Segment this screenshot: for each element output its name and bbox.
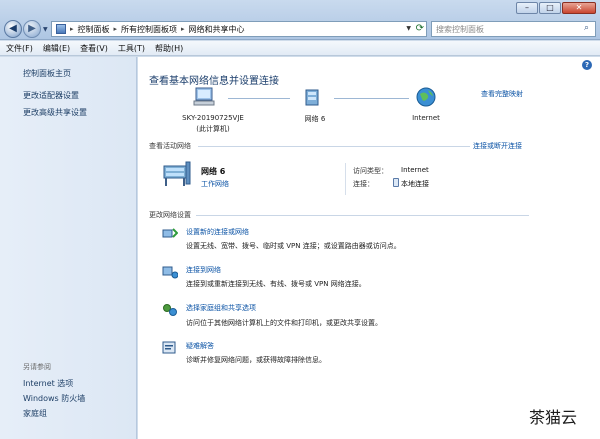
- breadcrumb-network-center[interactable]: 网络和共享中心: [189, 24, 245, 35]
- active-networks-rule: [198, 146, 470, 147]
- see-also-heading: 另请参阅: [23, 363, 51, 371]
- active-network-divider: [345, 163, 346, 195]
- search-icon[interactable]: ⌕: [584, 23, 597, 33]
- forward-arrow-icon[interactable]: ▶: [23, 20, 41, 38]
- control-panel-icon: [56, 24, 66, 34]
- task-new-connection-desc: 设置无线、宽带、拨号、临时或 VPN 连接；或设置路由器或访问点。: [186, 242, 401, 250]
- task-connect-network-desc: 连接到或重新连接到无线、有线、拨号或 VPN 网络连接。: [186, 280, 366, 288]
- see-also-firewall[interactable]: Windows 防火墙: [23, 393, 85, 404]
- task-connect-network-link[interactable]: 连接到网络: [186, 265, 221, 275]
- map-node-internet: Internet: [412, 114, 440, 122]
- bench-icon[interactable]: [162, 160, 192, 188]
- search-input[interactable]: 搜索控制面板: [431, 21, 596, 37]
- sidebar-item-adapter-settings[interactable]: 更改适配器设置: [23, 90, 79, 101]
- computer-icon: [193, 87, 215, 106]
- address-dropdown[interactable]: ▼: [406, 25, 411, 32]
- minimize-button[interactable]: –: [516, 2, 538, 14]
- active-network-name: 网络 6: [201, 167, 226, 176]
- sidebar-item-home[interactable]: 控制面板主页: [23, 68, 71, 79]
- view-full-map-link[interactable]: 查看完整映射: [481, 89, 523, 99]
- menu-bar: 文件(F) 编辑(E) 查看(V) 工具(T) 帮助(H): [0, 41, 600, 56]
- breadcrumb-control-panel[interactable]: 控制面板: [78, 24, 110, 35]
- menu-file[interactable]: 文件(F): [6, 43, 33, 54]
- map-connector-2: [334, 98, 409, 99]
- network-adapter-icon: [393, 178, 399, 187]
- task-homegroup-link[interactable]: 选择家庭组和共享选项: [186, 303, 256, 313]
- menu-view[interactable]: 查看(V): [80, 43, 108, 54]
- access-type-value: Internet: [401, 166, 429, 174]
- refresh-icon[interactable]: ⟳: [416, 23, 424, 34]
- breadcrumb-all-items[interactable]: 所有控制面板项: [121, 24, 177, 35]
- help-icon[interactable]: ?: [582, 60, 592, 70]
- map-node-computer-name: SKY-20190725VJE: [182, 114, 244, 122]
- watermark-text: 茶猫云: [527, 404, 580, 428]
- recent-pages-dropdown[interactable]: ▼: [43, 26, 48, 33]
- menu-tools[interactable]: 工具(T): [118, 43, 145, 54]
- new-connection-icon: [162, 228, 178, 238]
- close-button[interactable]: ✕: [562, 2, 596, 14]
- main-content: ? 查看基本网络信息并设置连接 查看完整映射 SKY-20190725VJE (…: [138, 57, 600, 439]
- change-settings-rule: [196, 215, 529, 216]
- homegroup-icon: [163, 304, 177, 316]
- globe-icon: [416, 87, 436, 107]
- page-title: 查看基本网络信息并设置连接: [149, 76, 279, 87]
- connection-value-link[interactable]: 本地连接: [401, 179, 429, 189]
- troubleshoot-icon: [162, 341, 176, 354]
- change-settings-title: 更改网络设置: [149, 211, 191, 219]
- map-node-network[interactable]: 网络 6: [290, 114, 340, 124]
- network-type-link[interactable]: 工作网络: [201, 179, 229, 189]
- map-connector-1: [228, 98, 290, 99]
- network-icon: [305, 89, 319, 106]
- maximize-button[interactable]: □: [539, 2, 561, 14]
- task-homegroup-desc: 访问位于其他网络计算机上的文件和打印机，或更改共享设置。: [186, 319, 382, 327]
- sidebar: 控制面板主页 更改适配器设置 更改高级共享设置 另请参阅 Internet 选项…: [0, 57, 137, 439]
- access-type-label: 访问类型：: [353, 167, 388, 175]
- connection-label: 连接：: [353, 180, 374, 188]
- address-bar[interactable]: ▸ 控制面板 ▸ 所有控制面板项 ▸ 网络和共享中心 ▼ ⟳: [51, 21, 427, 37]
- window-controls: – □ ✕: [516, 2, 596, 14]
- task-troubleshoot-link[interactable]: 疑难解答: [186, 341, 214, 351]
- map-node-computer-sub: (此计算机): [196, 125, 230, 133]
- back-arrow-icon[interactable]: ◀: [4, 20, 22, 38]
- see-also-internet-options[interactable]: Internet 选项: [23, 378, 73, 389]
- menu-edit[interactable]: 编辑(E): [43, 43, 70, 54]
- task-troubleshoot-desc: 诊断并修复网络问题，或获得故障排除信息。: [186, 356, 326, 364]
- see-also-homegroup[interactable]: 家庭组: [23, 408, 47, 419]
- task-new-connection-link[interactable]: 设置新的连接或网络: [186, 227, 249, 237]
- sidebar-item-advanced-sharing[interactable]: 更改高级共享设置: [23, 107, 87, 118]
- connect-disconnect-link[interactable]: 连接或断开连接: [473, 141, 522, 151]
- title-bar: – □ ✕ ◀ ▶ ▼ ▸ 控制面板 ▸ 所有控制面板项 ▸ 网络和共享中心 ▼…: [0, 0, 600, 40]
- connect-network-icon: [162, 266, 178, 279]
- active-networks-title: 查看活动网络: [149, 142, 191, 150]
- menu-help[interactable]: 帮助(H): [155, 43, 183, 54]
